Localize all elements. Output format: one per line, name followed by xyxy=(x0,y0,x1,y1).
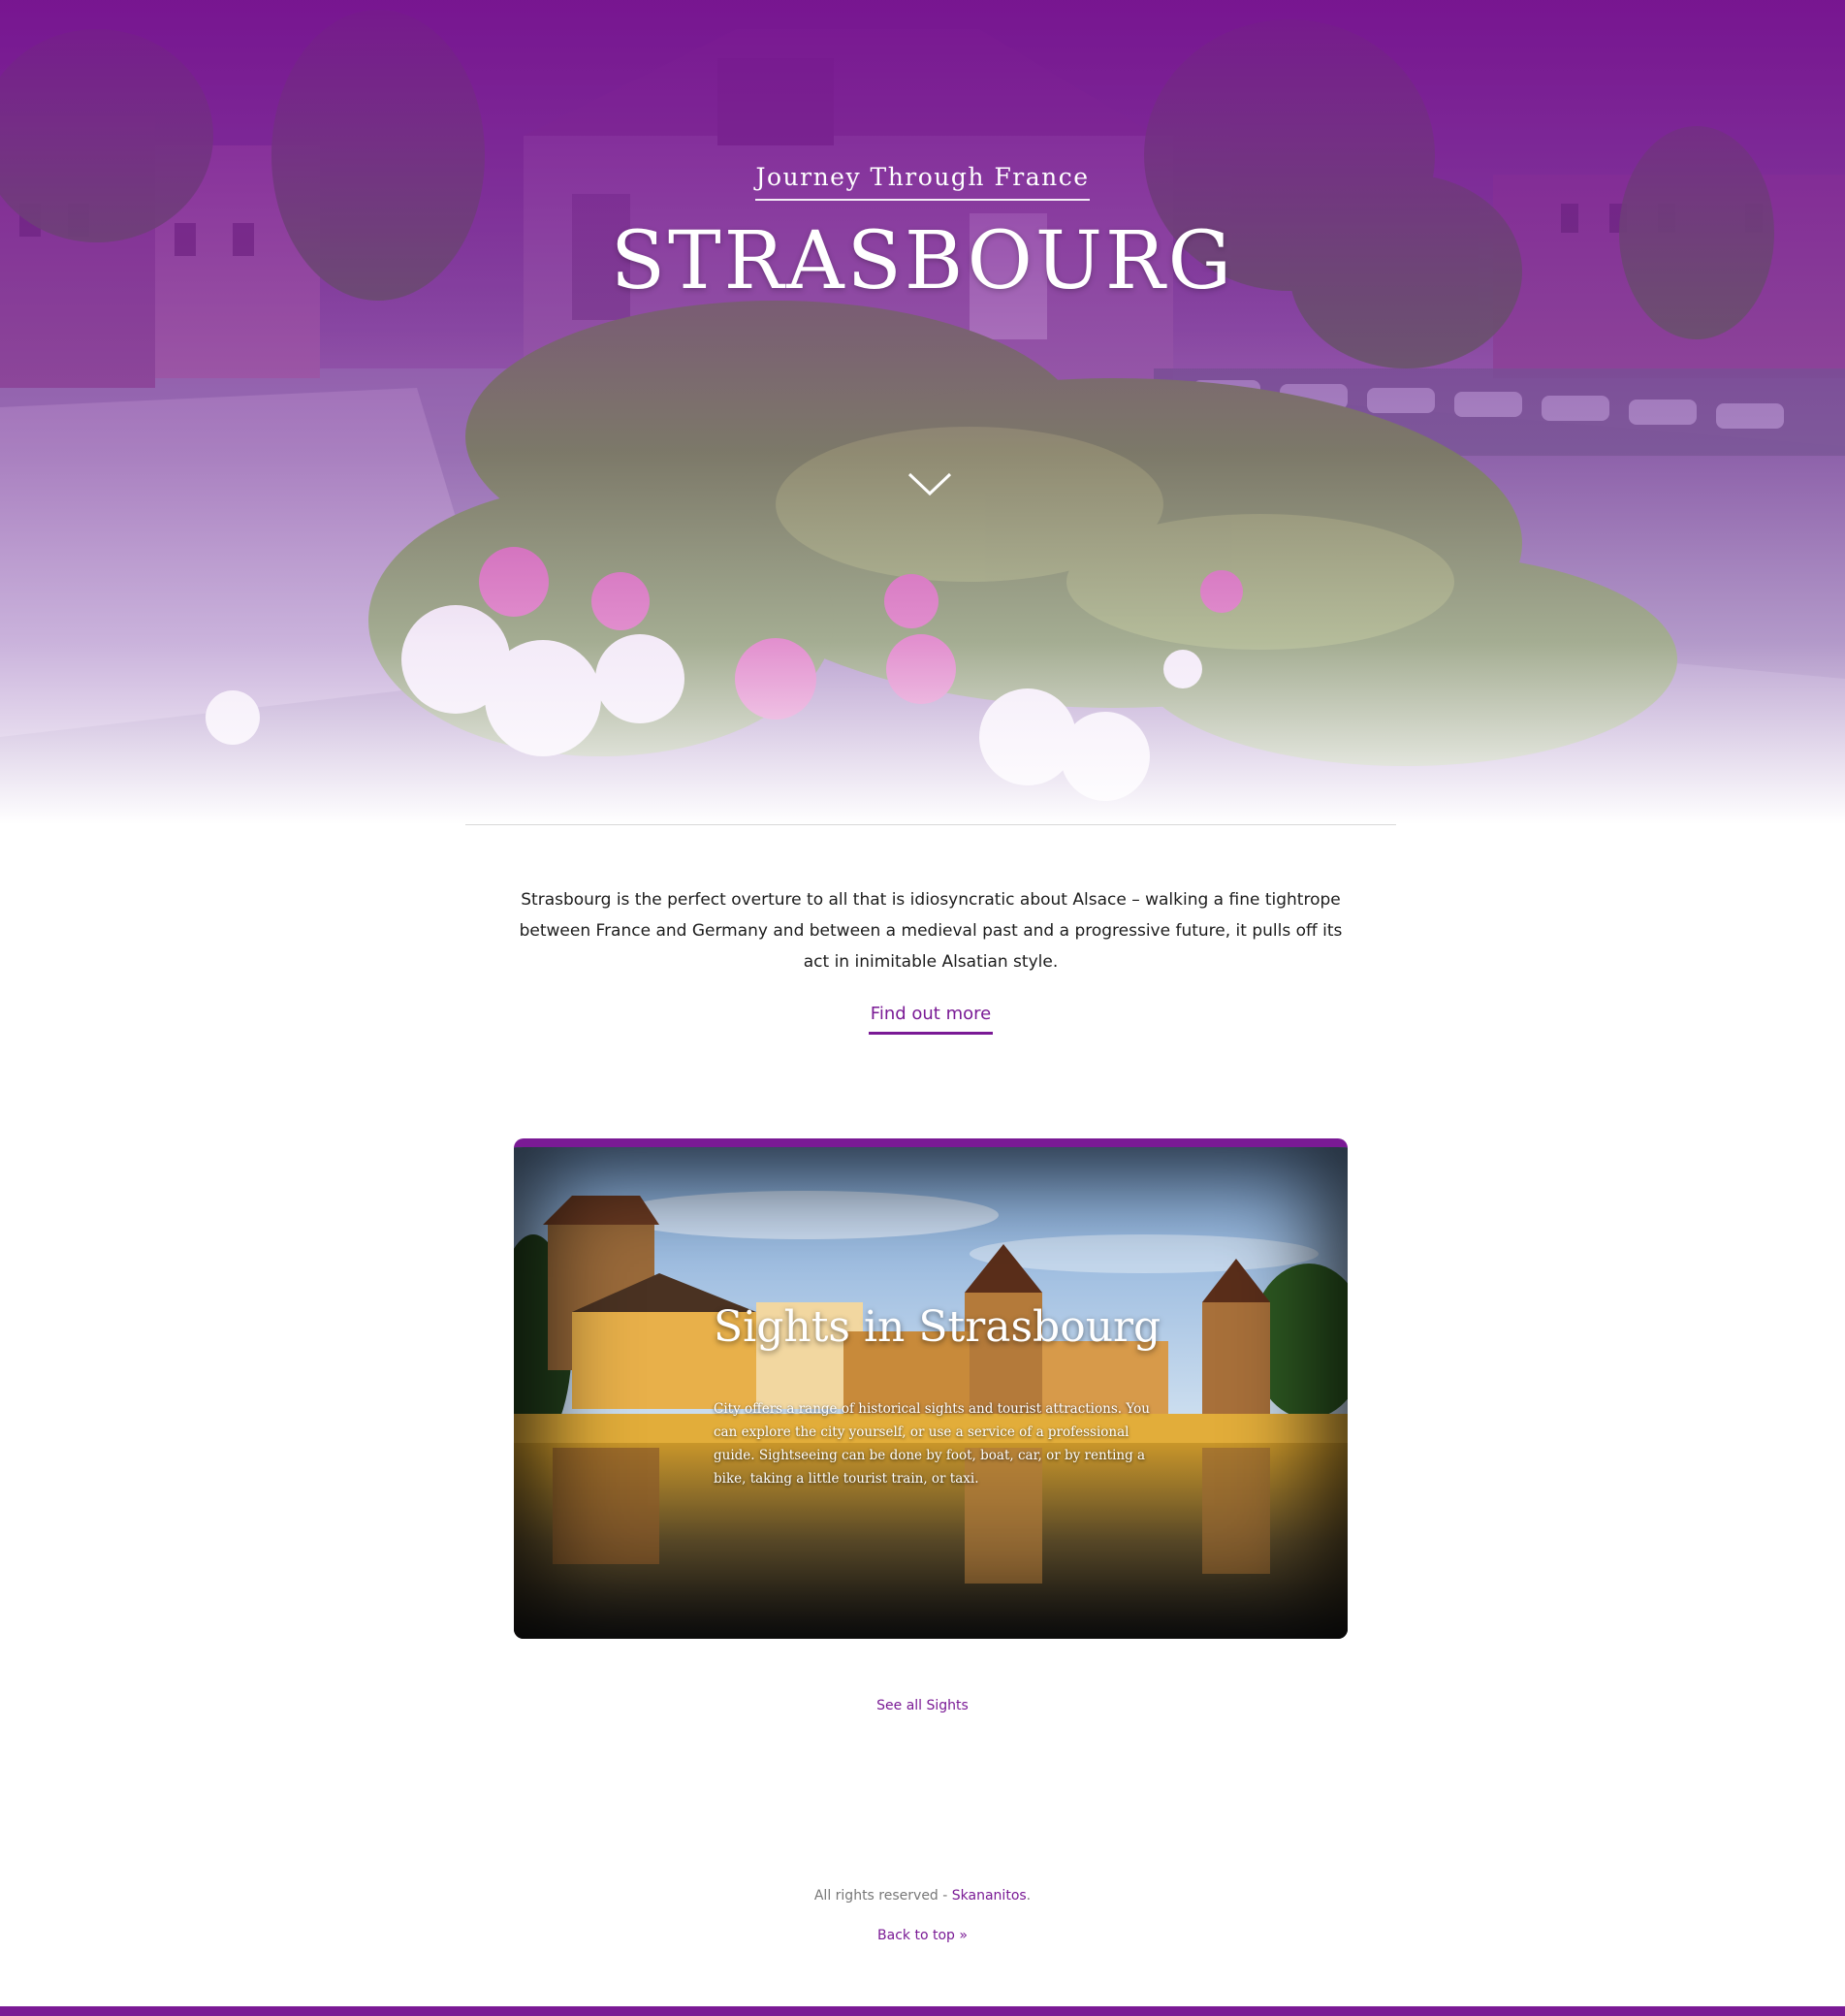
footer-brand-link[interactable]: Skananitos xyxy=(952,1888,1027,1904)
find-out-more-button[interactable]: Find out more xyxy=(869,1002,993,1035)
see-all-sights: See all Sights xyxy=(0,1698,1845,1713)
sights-card-title: Sights in Strasbourg xyxy=(714,1302,1161,1352)
footer-bottom-bar xyxy=(0,2006,1845,2016)
section-divider xyxy=(465,824,1396,825)
back-to-top: Back to top » xyxy=(0,1928,1845,1943)
footer-rights-text: All rights reserved - xyxy=(813,1888,952,1904)
hero-section: Journey Through France STRASBOURG xyxy=(0,0,1845,824)
hero-kicker: Journey Through France xyxy=(0,163,1845,201)
sights-card-photo xyxy=(514,1147,1348,1639)
intro-paragraph: Strasbourg is the perfect overture to al… xyxy=(519,890,1343,972)
sights-card[interactable]: Sights in Strasbourg City offers a range… xyxy=(514,1138,1348,1639)
back-to-top-link[interactable]: Back to top » xyxy=(877,1928,968,1943)
see-all-sights-link[interactable]: See all Sights xyxy=(876,1698,969,1713)
sights-card-text: City offers a range of historical sights… xyxy=(714,1400,1150,1487)
footer-brand-suffix: . xyxy=(1026,1888,1032,1904)
hero-gradient-overlay xyxy=(0,0,1845,824)
footer-copyright: All rights reserved - Skananitos. xyxy=(0,1888,1845,1904)
chevron-down-icon[interactable] xyxy=(907,471,952,496)
hero-title: STRASBOURG xyxy=(610,215,1235,307)
